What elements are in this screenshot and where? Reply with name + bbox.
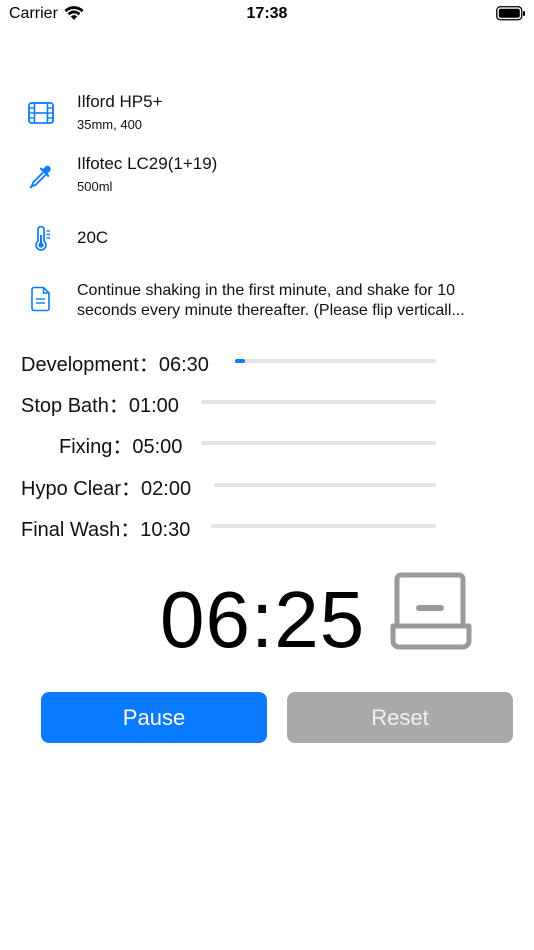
note-row: Continue shaking in the first minute, an… bbox=[0, 281, 534, 323]
step-hypo-clear: Hypo Clear：02:00 bbox=[21, 472, 191, 500]
film-row: Ilford HP5+ 35mm, 400 bbox=[0, 92, 534, 136]
developer-detail: 500ml bbox=[77, 179, 113, 194]
step-label: Stop Bath：01:00 bbox=[21, 394, 179, 417]
step-label: Final Wash：10:30 bbox=[21, 518, 191, 541]
developing-tank-icon[interactable] bbox=[389, 571, 475, 656]
pause-button[interactable]: Pause bbox=[41, 692, 267, 743]
status-time: 17:38 bbox=[246, 5, 288, 22]
developer-row: Ilfotec LC29(1+19) 500ml bbox=[0, 154, 534, 198]
dropper-icon bbox=[28, 164, 54, 195]
temperature-row: 20C bbox=[0, 225, 534, 252]
step-fixing: Fixing：05:00 bbox=[59, 430, 182, 458]
progress-final-wash bbox=[211, 524, 436, 528]
status-bar: Carrier 17:38 bbox=[0, 0, 534, 30]
step-label: Hypo Clear：02:00 bbox=[21, 477, 192, 500]
step-development: Development：06:30 bbox=[21, 348, 209, 376]
progress-development bbox=[235, 359, 436, 363]
document-icon bbox=[31, 286, 51, 317]
progress-fill bbox=[235, 359, 246, 363]
battery-icon bbox=[496, 6, 526, 26]
thermometer-icon bbox=[33, 225, 53, 257]
film-detail: 35mm, 400 bbox=[77, 117, 143, 132]
instruction-note: Continue shaking in the first minute, an… bbox=[77, 282, 465, 319]
temperature-value: 20C bbox=[77, 228, 109, 247]
step-stop-bath: Stop Bath：01:00 bbox=[21, 389, 179, 417]
film-name: Ilford HP5+ bbox=[77, 92, 163, 111]
developer-name: Ilfotec LC29(1+19) bbox=[77, 154, 218, 173]
timer-readout: 06:25 bbox=[160, 575, 366, 664]
step-label: Development：06:30 bbox=[21, 353, 209, 376]
step-final-wash: Final Wash：10:30 bbox=[21, 513, 190, 541]
film-icon bbox=[28, 102, 54, 129]
step-label: Fixing：05:00 bbox=[59, 435, 183, 458]
reset-button[interactable]: Reset bbox=[287, 692, 513, 743]
progress-fixing bbox=[201, 441, 436, 445]
progress-stop-bath bbox=[201, 400, 436, 404]
progress-hypo-clear bbox=[214, 483, 436, 487]
